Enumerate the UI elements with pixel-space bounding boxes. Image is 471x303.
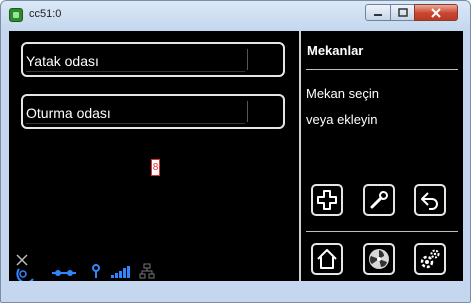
home-button[interactable] (311, 243, 343, 275)
lan-icon[interactable] (139, 263, 155, 279)
cursor-marker: 8 (151, 159, 160, 176)
panel-divider (299, 31, 301, 281)
plus-icon (317, 190, 337, 210)
add-room-button[interactable] (311, 184, 343, 216)
link-icon[interactable] (51, 267, 77, 279)
gears-icon (420, 249, 440, 269)
maximize-button[interactable] (390, 4, 415, 21)
close-icon (431, 7, 441, 18)
app-window: cc51:0 Yatak odası Oturma odası 8 Mekanl… (0, 0, 471, 303)
title-bar[interactable]: cc51:0 (1, 1, 470, 29)
panel-title-rule (306, 69, 458, 70)
room-item-label: Yatak odası (26, 53, 99, 69)
wrench-icon (370, 191, 388, 209)
minimize-button[interactable] (365, 4, 391, 21)
panel-bottom-rule (306, 231, 458, 232)
minimize-icon (374, 13, 382, 16)
antenna-icon[interactable] (89, 263, 103, 279)
system-button[interactable] (363, 243, 395, 275)
network-disconnected-icon[interactable] (15, 253, 39, 281)
room-item-underline (26, 123, 245, 124)
room-item-separator (247, 49, 248, 70)
app-screen: Yatak odası Oturma odası 8 Mekanlar Meka… (9, 31, 463, 281)
back-arrow-icon (421, 192, 438, 210)
settings-button[interactable] (414, 243, 446, 275)
room-item-label: Oturma odası (26, 105, 111, 121)
room-item-separator (247, 101, 248, 122)
maximize-icon (397, 7, 408, 17)
room-item-bedroom[interactable]: Yatak odası (21, 42, 285, 77)
room-item-living-room[interactable]: Oturma odası (21, 94, 285, 129)
app-icon (9, 8, 23, 22)
back-button[interactable] (414, 184, 446, 216)
window-title: cc51:0 (29, 8, 62, 20)
status-bar (15, 253, 165, 281)
signal-strength-icon[interactable] (111, 265, 131, 279)
panel-hint-line2: veya ekleyin (306, 112, 378, 127)
edit-room-button[interactable] (363, 184, 395, 216)
panel-hint-line1: Mekan seçin (306, 86, 379, 101)
close-button[interactable] (414, 4, 458, 21)
room-item-underline (26, 71, 245, 72)
home-icon (317, 249, 337, 269)
panel-title: Mekanlar (307, 43, 364, 58)
fan-icon (369, 249, 389, 269)
